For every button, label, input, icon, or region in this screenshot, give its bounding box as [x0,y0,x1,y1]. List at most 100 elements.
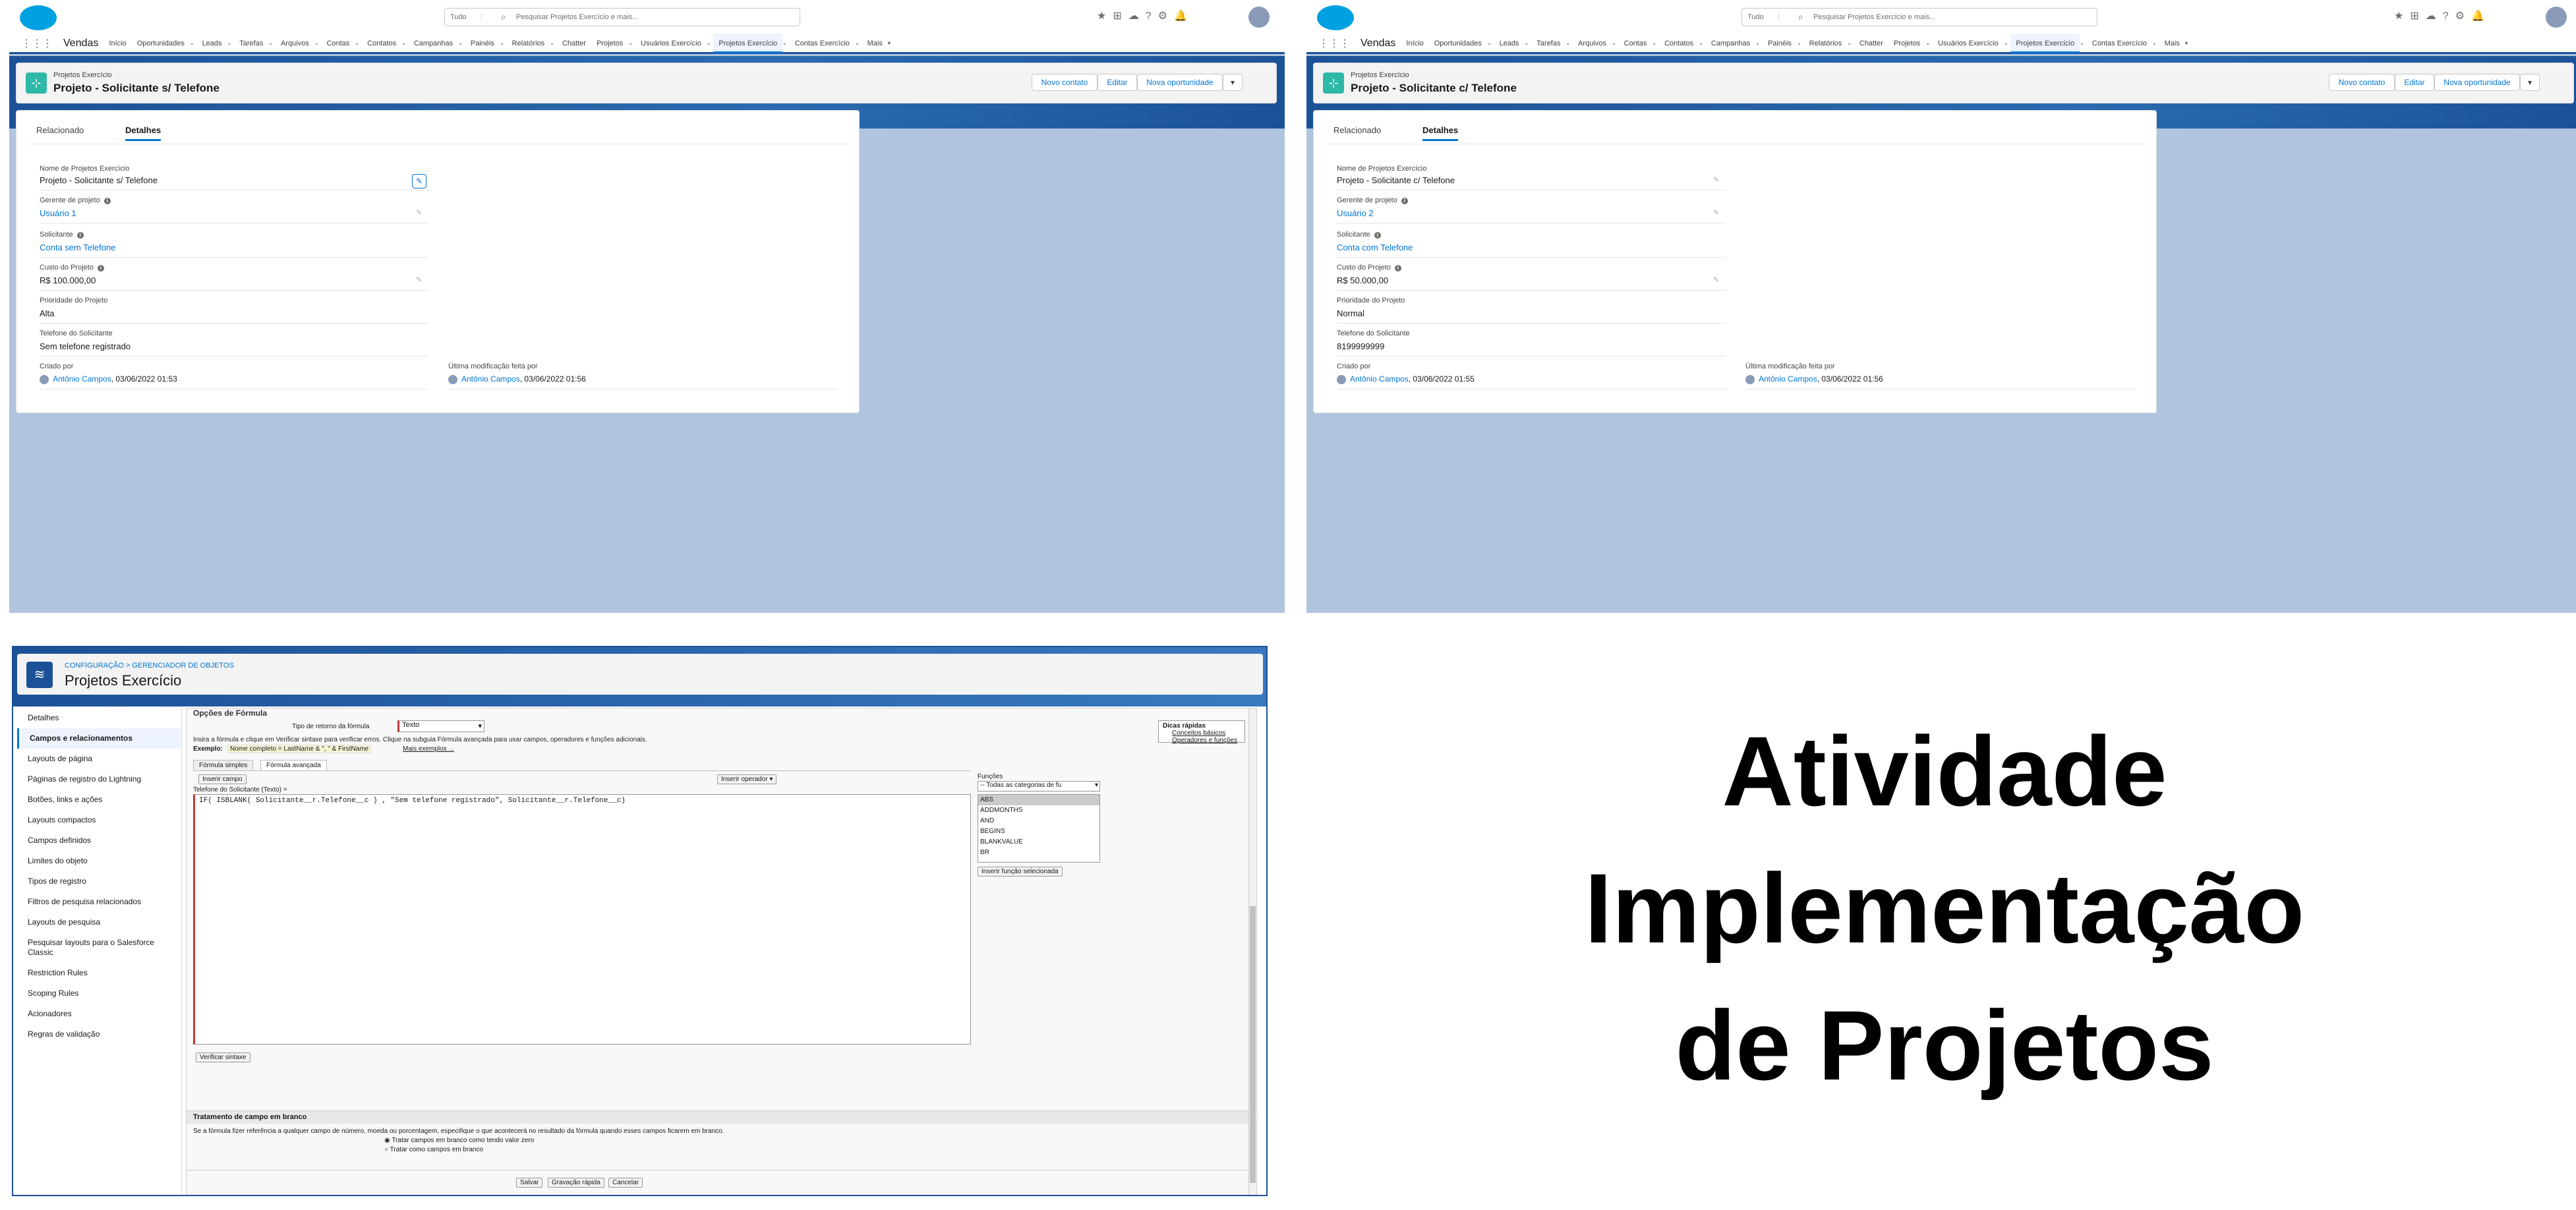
sidebar-item[interactable]: Scoping Rules [17,983,181,1004]
check-syntax-button[interactable]: Verificar sintaxe [196,1052,250,1062]
tab-simple-formula[interactable]: Fórmula simples [193,760,254,771]
sidebar-item[interactable]: Layouts compactos [17,810,181,830]
sidebar-item[interactable]: Campos e relacionamentos [17,728,181,749]
nav-item[interactable]: Usuários Exercício [635,40,707,47]
user-link[interactable]: Antônio Campos [1350,374,1409,384]
app-launcher-icon[interactable]: ⋮⋮⋮ [1306,37,1355,50]
search-scope[interactable]: Tudo [450,13,482,21]
cancel-button[interactable]: Cancelar [608,1178,643,1188]
search-input[interactable]: Pesquisar Projetos Exercício e mais... [516,13,638,21]
global-search[interactable]: Tudo ⌕ Pesquisar Projetos Exercício e ma… [1742,8,2097,26]
sidebar-item[interactable]: Páginas de registro do Lightning [17,769,181,790]
nav-item[interactable]: Projetos [591,40,628,47]
edit-pencil-icon[interactable]: ✎ [412,174,426,188]
insert-operator-button[interactable]: Inserir operador ▾ [717,774,777,784]
nav-item[interactable]: Início [103,40,131,47]
field-link[interactable]: Usuário 2 [1337,208,1374,218]
scrollbar[interactable] [1248,708,1256,1195]
sidebar-item[interactable]: Tipos de registro [17,871,181,892]
nav-item[interactable]: Contas [322,40,355,47]
header-utility-icons[interactable]: ★⊞☁?⚙🔔 [2394,9,2491,22]
avatar[interactable] [1248,7,1270,28]
pencil-icon[interactable]: ✎ [416,208,422,217]
sidebar-item[interactable]: Campos definidos [17,830,181,851]
function-option[interactable]: ADDMONTHS [978,805,1099,816]
nav-item[interactable]: Contas Exercício [790,40,855,47]
nav-item[interactable]: Usuários Exercício [1933,40,2004,47]
edit-button[interactable]: Editar [1098,74,1137,91]
nav-item[interactable]: Leads [1494,40,1525,47]
nav-item[interactable]: Mais [2159,40,2185,47]
nav-item[interactable]: Oportunidades [1429,40,1487,47]
nav-item[interactable]: Contatos [362,40,401,47]
insert-field-button[interactable]: Inserir campo [198,774,247,784]
nav-item[interactable]: Contatos [1659,40,1699,47]
new-opportunity-button[interactable]: Nova oportunidade [1137,74,1223,91]
nav-item[interactable]: Tarefas [234,40,268,47]
nav-item[interactable]: Relatórios [1804,40,1848,47]
search-input[interactable]: Pesquisar Projetos Exercício e mais... [1813,13,1935,21]
nav-item[interactable]: Projetos [1888,40,1925,47]
global-search[interactable]: Tudo ⌕ Pesquisar Projetos Exercício e ma… [444,8,800,26]
more-examples-link[interactable]: Mais exemplos ... [403,745,454,753]
sidebar-item[interactable]: Botões, links e ações [17,790,181,810]
header-utility-icons[interactable]: ★⊞☁?⚙🔔 [1097,9,1194,22]
nav-item[interactable]: Início [1401,40,1428,47]
breadcrumb[interactable]: CONFIGURAÇÃO > GERENCIADOR DE OBJETOS [65,662,234,670]
sidebar-item[interactable]: Layouts de página [17,749,181,769]
app-launcher-icon[interactable]: ⋮⋮⋮ [9,37,58,50]
new-contact-button[interactable]: Novo contato [2329,74,2395,91]
formula-textarea[interactable]: IF( ISBLANK( Solicitante__r.Telefone__c … [193,794,971,1045]
nav-item[interactable]: Contas [1619,40,1653,47]
field-link[interactable]: Usuário 1 [40,208,76,218]
return-type-select[interactable]: Texto ▾ [397,720,484,732]
nav-item[interactable]: Contas Exercício [2087,40,2152,47]
function-option[interactable]: AND [978,816,1099,826]
pencil-icon[interactable]: ✎ [1713,175,1719,184]
quick-save-button[interactable]: Gravação rápida [548,1178,604,1188]
sidebar-item[interactable]: Acionadores [17,1004,181,1024]
field-link[interactable]: Conta sem Telefone [40,243,115,252]
nav-item[interactable]: Leads [197,40,227,47]
user-link[interactable]: Antônio Campos [461,374,520,384]
tab-related[interactable]: Relacionado [1333,125,1381,135]
function-option[interactable]: BLANKVALUE [978,837,1099,848]
tip-link[interactable]: Conceitos básicos [1163,730,1241,737]
sidebar-item[interactable]: Filtros de pesquisa relacionados [17,892,181,912]
nav-item[interactable]: Arquivos [276,40,314,47]
more-actions-icon[interactable]: ▾ [2520,74,2540,91]
tab-related[interactable]: Relacionado [36,125,84,135]
sidebar-item[interactable]: Pesquisar layouts para o Salesforce Clas… [17,933,181,963]
search-scope[interactable]: Tudo [1747,13,1779,21]
insert-function-button[interactable]: Inserir função selecionada [978,867,1063,877]
field-link[interactable]: Conta com Telefone [1337,243,1413,252]
nav-item[interactable]: Chatter [557,40,591,47]
pencil-icon[interactable]: ✎ [1713,208,1719,217]
avatar[interactable] [2546,7,2567,28]
user-link[interactable]: Antônio Campos [53,374,111,384]
nav-item[interactable]: Mais [862,40,888,47]
sidebar-item[interactable]: Regras de validação [17,1024,181,1045]
nav-item-active[interactable]: Projetos Exercício [713,33,783,53]
save-button[interactable]: Salvar [516,1178,543,1188]
nav-item[interactable]: Chatter [1854,40,1888,47]
nav-item-active[interactable]: Projetos Exercício [2010,33,2080,53]
functions-list[interactable]: ABS ADDMONTHS AND BEGINS BLANKVALUE BR [978,794,1100,863]
tip-link[interactable]: Operadores e funções [1163,737,1241,744]
new-opportunity-button[interactable]: Nova oportunidade [2434,74,2520,91]
nav-item[interactable]: Arquivos [1573,40,1612,47]
new-contact-button[interactable]: Novo contato [1032,74,1098,91]
tab-details[interactable]: Detalhes [1422,125,1459,141]
nav-item[interactable]: Oportunidades [132,40,190,47]
function-option[interactable]: BEGINS [978,826,1099,837]
pencil-icon[interactable]: ✎ [416,275,422,284]
radio-checked[interactable]: ◉ [384,1137,390,1144]
sidebar-item[interactable]: Detalhes [17,708,181,728]
tab-advanced-formula[interactable]: Fórmula avançada [260,760,327,770]
user-link[interactable]: Antônio Campos [1759,374,1817,384]
nav-item[interactable]: Campanhas [1706,40,1755,47]
nav-item[interactable]: Tarefas [1531,40,1566,47]
function-option[interactable]: BR [978,848,1099,858]
radio-unchecked[interactable]: ○ [384,1146,388,1153]
function-option[interactable]: ABS [978,795,1099,805]
